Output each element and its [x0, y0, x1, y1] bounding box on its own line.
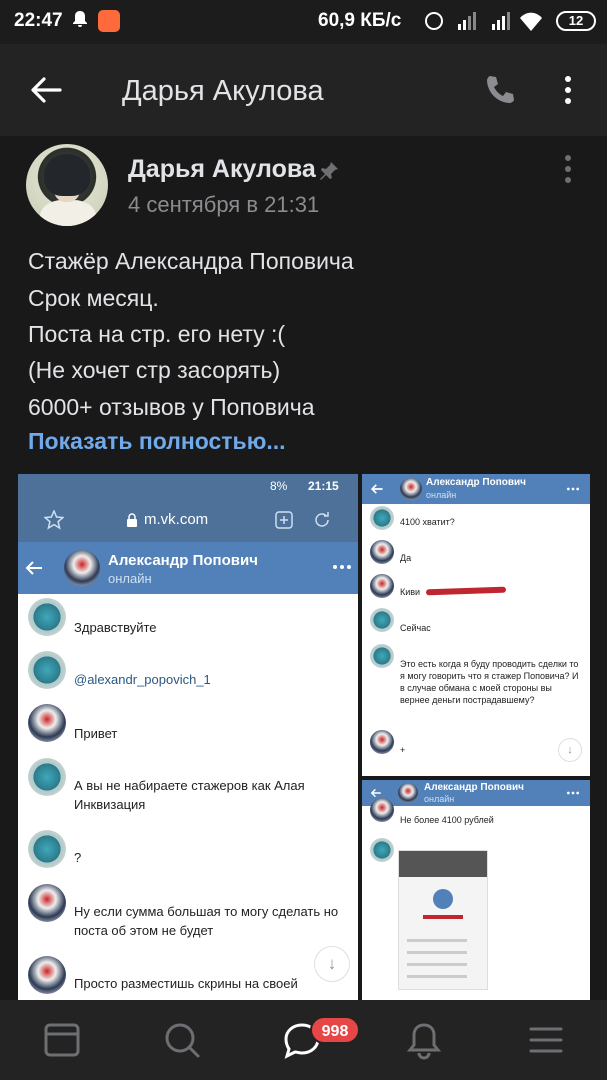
- avatar: [370, 540, 394, 564]
- news-feed-icon[interactable]: [42, 1020, 82, 1060]
- signal-wifi-icons: [425, 12, 542, 31]
- bottom-navigation: 998: [0, 1000, 607, 1080]
- scroll-down-icon: ↓: [558, 738, 582, 762]
- refresh-icon: [315, 512, 329, 527]
- author-avatar[interactable]: [26, 144, 108, 226]
- chat-status: онлайн: [426, 490, 457, 500]
- avatar: [28, 598, 66, 636]
- avatar: [28, 651, 66, 689]
- message-text: ?: [74, 850, 82, 865]
- chat-name: Александр Попович: [424, 782, 524, 793]
- lock-icon: [127, 513, 137, 527]
- back-arrow-icon[interactable]: [28, 72, 64, 108]
- more-horizontal-icon: [567, 487, 579, 491]
- chat-name: Александр Попович: [108, 552, 258, 569]
- avatar: [28, 956, 66, 994]
- post-text-line: (Не хочет стр засорять): [28, 357, 281, 383]
- attached-screenshot-3[interactable]: Александр Попович онлайн Не более 4100 р…: [362, 780, 590, 1000]
- app-bar: Дарья Акулова: [0, 44, 607, 136]
- message-text: Да: [400, 553, 412, 563]
- message-text: Просто разместишь скрины на своей: [74, 976, 298, 991]
- post-text-line: Стажёр Александра Поповича: [28, 248, 354, 274]
- chat-status: онлайн: [424, 794, 455, 804]
- message-text: Это есть когда я буду проводить сделки т…: [400, 659, 579, 705]
- avatar: [370, 644, 394, 668]
- chat-avatar: [64, 550, 100, 586]
- avatar: [28, 830, 66, 868]
- chat-header: Александр Попович онлайн: [362, 474, 590, 504]
- search-icon[interactable]: [162, 1020, 202, 1060]
- attached-screenshot-2[interactable]: Александр Попович онлайн 4100 хватит? Да…: [362, 474, 590, 776]
- avatar: [28, 704, 66, 742]
- avatar: [370, 730, 394, 754]
- message-text: А вы не набираете стажеров как Алая Инкв…: [74, 778, 305, 812]
- message-text: Привет: [74, 726, 118, 741]
- post-date: 4 сентября в 21:31: [128, 192, 320, 217]
- more-horizontal-icon: [333, 565, 351, 569]
- app-notification-icon: [98, 10, 120, 32]
- back-arrow-icon: [370, 484, 383, 494]
- more-vertical-icon[interactable]: [556, 72, 580, 108]
- message-text: Ну если сумма большая то могу сделать но…: [74, 904, 339, 938]
- screenshot-battery: 8%: [270, 479, 288, 493]
- avatar: [370, 608, 394, 632]
- phone-icon[interactable]: [482, 72, 518, 108]
- messages-badge: 998: [310, 1016, 360, 1044]
- chat-header: Александр Попович онлайн: [362, 780, 590, 806]
- status-bar: 22:47 60,9 КБ/с 12: [0, 0, 607, 44]
- screenshot-status-time: 21:15: [308, 479, 339, 493]
- page-title: Дарья Акулова: [122, 75, 324, 107]
- avatar: [28, 884, 66, 922]
- attached-image-preview: [398, 850, 488, 990]
- notification-bell-icon: [73, 11, 87, 27]
- message-text: Не более 4100 рублей: [400, 815, 494, 825]
- post-text-line: Срок месяц.: [28, 285, 159, 311]
- post-text-line: Поста на стр. его нету :(: [28, 321, 286, 347]
- avatar: [370, 838, 394, 862]
- avatar: [370, 506, 394, 530]
- message-text: Сейчас: [400, 623, 431, 633]
- scroll-down-icon: ↓: [314, 946, 350, 982]
- star-icon: [44, 510, 64, 530]
- back-arrow-icon: [25, 561, 42, 575]
- attached-screenshot-1[interactable]: 21:15 8% m.vk.com Александр Попович онла…: [18, 474, 358, 1000]
- avatar: [28, 758, 66, 796]
- status-time: 22:47: [14, 10, 63, 31]
- browser-url: m.vk.com: [144, 511, 209, 528]
- avatar: [370, 574, 394, 598]
- chat-status: онлайн: [108, 571, 152, 586]
- pin-icon: [320, 162, 338, 180]
- chat-avatar: [398, 783, 418, 803]
- chat-name: Александр Попович: [426, 477, 526, 488]
- avatar: [370, 798, 394, 822]
- notifications-bell-icon[interactable]: [404, 1020, 444, 1060]
- show-more-link[interactable]: Показать полностью...: [28, 428, 286, 455]
- more-horizontal-icon: [567, 791, 579, 795]
- message-text: Здравствуйте: [74, 620, 157, 635]
- browser-url-bar: m.vk.com: [18, 498, 358, 542]
- message-text: +: [400, 745, 406, 755]
- message-text: @alexandr_popovich_1: [74, 672, 211, 687]
- post-menu-icon[interactable]: [562, 154, 574, 184]
- post-text-line: 6000+ отзывов у Поповича: [28, 394, 315, 420]
- message-text: 4100 хватит?: [400, 517, 455, 527]
- chat-avatar: [400, 478, 422, 500]
- screenshot-status-bar: 21:15 8%: [18, 474, 358, 498]
- menu-icon[interactable]: [526, 1020, 566, 1060]
- battery-indicator: 12: [556, 11, 596, 31]
- post-author[interactable]: Дарья Акулова: [128, 155, 316, 184]
- chat-header: Александр Попович онлайн: [18, 542, 358, 594]
- add-tab-icon: [275, 511, 293, 529]
- network-speed: 60,9 КБ/с: [318, 10, 402, 31]
